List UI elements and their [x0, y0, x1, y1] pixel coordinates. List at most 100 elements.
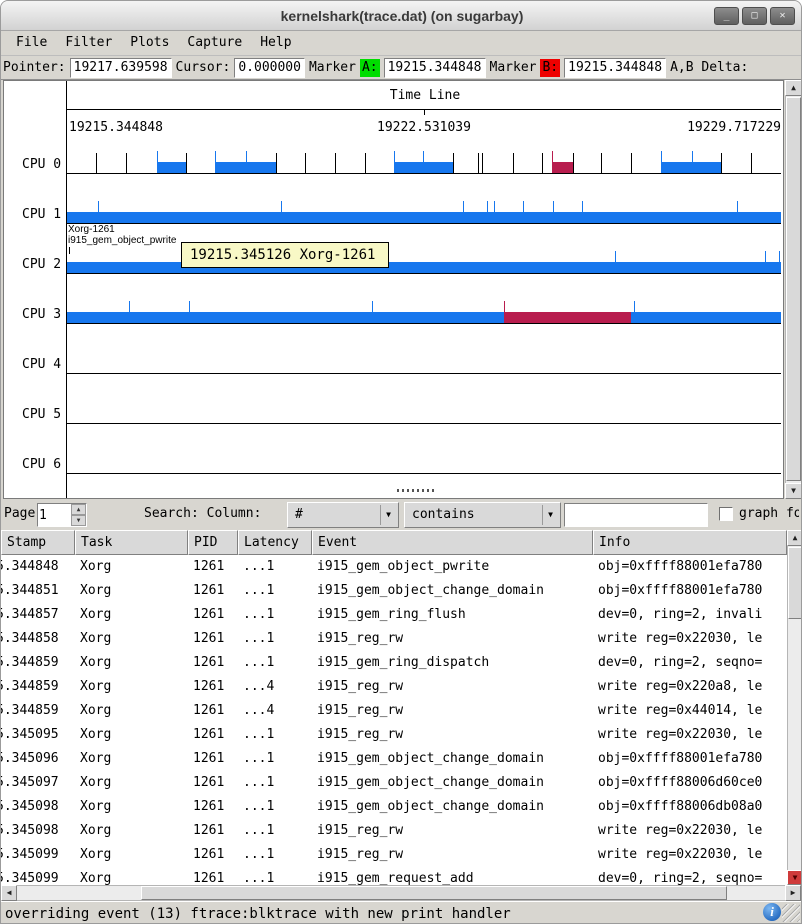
menu-item-filter[interactable]: Filter — [56, 31, 121, 55]
marker-a-tick — [69, 247, 70, 254]
cell-event: i915_gem_object_change_domain — [312, 795, 593, 819]
window-title: kernelshark(trace.dat) (on sugarbay) — [1, 1, 802, 31]
table-row[interactable]: 5.344859Xorg1261...4i915_reg_rwwrite reg… — [1, 675, 787, 699]
splitter-handle[interactable] — [397, 489, 437, 492]
table-row[interactable]: 5.344859Xorg1261...1i915_gem_ring_dispat… — [1, 651, 787, 675]
cell-latency: ...1 — [238, 771, 312, 795]
cell-stamp: 5.344851 — [1, 579, 75, 603]
menu-item-help[interactable]: Help — [251, 31, 300, 55]
event-tick — [478, 153, 479, 173]
column-header-stamp[interactable]: Stamp — [1, 530, 75, 555]
table-vertical-scrollbar[interactable]: ▲ ▼ — [787, 530, 802, 885]
marker-a-label: Marker — [309, 60, 356, 75]
cpu-baseline — [67, 473, 781, 474]
cell-pid: 1261 — [188, 771, 238, 795]
search-row: Page ▲ ▼ Search: Column: # ▼ contains ▼ … — [1, 499, 802, 530]
cpu-activity-bar[interactable] — [552, 162, 573, 173]
cpu-activity-bar[interactable] — [157, 162, 186, 173]
scroll-right-icon[interactable]: ▶ — [785, 885, 801, 901]
table-row[interactable]: 5.344859Xorg1261...4i915_reg_rwwrite reg… — [1, 699, 787, 723]
table-row[interactable]: 5.345099Xorg1261...1i915_reg_rwwrite reg… — [1, 843, 787, 867]
scroll-up-icon[interactable]: ▲ — [785, 80, 802, 96]
cpu-activity-bar[interactable] — [504, 312, 631, 323]
scroll-up-icon[interactable]: ▲ — [787, 530, 802, 546]
table-row[interactable]: 5.345099Xorg1261...1i915_gem_request_add… — [1, 867, 787, 885]
close-button[interactable]: ✕ — [770, 7, 795, 25]
event-tick — [189, 301, 190, 323]
table-row[interactable]: 5.345097Xorg1261...1i915_gem_object_chan… — [1, 771, 787, 795]
cell-event: i915_reg_rw — [312, 723, 593, 747]
chevron-down-icon[interactable]: ▼ — [542, 505, 558, 525]
event-tick — [631, 153, 632, 173]
page-spinbox[interactable]: ▲ ▼ — [37, 503, 87, 527]
cell-info: obj=0xffff88001efa780 — [593, 555, 787, 579]
cell-latency: ...1 — [238, 819, 312, 843]
scrollbar-thumb[interactable] — [788, 547, 802, 619]
cell-task: Xorg — [75, 867, 188, 885]
column-header-task[interactable]: Task — [75, 530, 188, 555]
cell-pid: 1261 — [188, 747, 238, 771]
timeline-plot[interactable]: Time Line 19215.344848 19222.531039 1922… — [67, 81, 783, 498]
menu-item-file[interactable]: File — [7, 31, 56, 55]
menu-item-capture[interactable]: Capture — [178, 31, 251, 55]
page-input[interactable] — [39, 505, 71, 525]
table-horizontal-scrollbar[interactable]: ◀ ▶ — [1, 885, 802, 901]
event-tick — [482, 153, 483, 173]
event-tick — [157, 151, 158, 173]
spin-down-icon[interactable]: ▼ — [71, 515, 86, 526]
column-select[interactable]: # ▼ — [287, 502, 399, 528]
minimize-button[interactable]: _ — [714, 7, 739, 25]
column-header-pid[interactable]: PID — [188, 530, 238, 555]
cell-stamp: 5.344859 — [1, 675, 75, 699]
info-icon[interactable]: i — [763, 903, 781, 921]
cursor-value: 0.000000 — [234, 58, 305, 78]
event-tick — [129, 301, 130, 323]
cpu-activity-bar[interactable] — [67, 312, 781, 323]
table-row[interactable]: 5.344851Xorg1261...1i915_gem_object_chan… — [1, 579, 787, 603]
cpu-baseline — [67, 273, 781, 274]
spin-up-icon[interactable]: ▲ — [71, 504, 86, 515]
table-row[interactable]: 5.345098Xorg1261...1i915_gem_object_chan… — [1, 795, 787, 819]
cell-event: i915_gem_object_change_domain — [312, 771, 593, 795]
cpu-activity-bar[interactable] — [394, 162, 454, 173]
cell-info: obj=0xffff88006db08a0 — [593, 795, 787, 819]
table-row[interactable]: 5.344848Xorg1261...1i915_gem_object_pwri… — [1, 555, 787, 579]
graph-follows-checkbox[interactable] — [719, 507, 733, 521]
cell-stamp: 5.344857 — [1, 603, 75, 627]
marker-annotation: Xorg-1261 i915_gem_object_pwrite — [68, 224, 176, 246]
menu-item-plots[interactable]: Plots — [121, 31, 178, 55]
column-header-info[interactable]: Info — [593, 530, 787, 555]
scroll-down-icon[interactable]: ▼ — [787, 870, 802, 885]
table-row[interactable]: 5.345095Xorg1261...1i915_reg_rwwrite reg… — [1, 723, 787, 747]
event-tick — [765, 251, 766, 273]
app-window: kernelshark(trace.dat) (on sugarbay) _ □… — [0, 0, 802, 924]
cpu-baseline — [67, 373, 781, 374]
cell-latency: ...1 — [238, 795, 312, 819]
delta-label: A,B Delta: — [670, 60, 748, 75]
cpu-activity-bar[interactable] — [67, 212, 781, 223]
scroll-left-icon[interactable]: ◀ — [1, 885, 17, 901]
maximize-button[interactable]: □ — [742, 7, 767, 25]
match-select[interactable]: contains ▼ — [404, 502, 561, 528]
table-row[interactable]: 5.345096Xorg1261...1i915_gem_object_chan… — [1, 747, 787, 771]
table-row[interactable]: 5.345098Xorg1261...1i915_reg_rwwrite reg… — [1, 819, 787, 843]
search-input[interactable] — [564, 503, 708, 527]
cell-task: Xorg — [75, 723, 188, 747]
table-row[interactable]: 5.344857Xorg1261...1i915_gem_ring_flushd… — [1, 603, 787, 627]
chevron-down-icon[interactable]: ▼ — [380, 505, 396, 525]
title-bar[interactable]: kernelshark(trace.dat) (on sugarbay) _ □… — [1, 1, 802, 31]
cell-latency: ...1 — [238, 627, 312, 651]
scrollbar-thumb[interactable] — [141, 886, 727, 900]
cpu-activity-bar[interactable] — [661, 162, 721, 173]
column-header-latency[interactable]: Latency — [238, 530, 312, 555]
event-tick — [372, 301, 373, 323]
scroll-down-icon[interactable]: ▼ — [785, 483, 802, 499]
marker-b-badge: B: — [540, 59, 560, 77]
table-row[interactable]: 5.344858Xorg1261...1i915_reg_rwwrite reg… — [1, 627, 787, 651]
graph-vertical-scrollbar[interactable]: ▲ ▼ — [785, 80, 802, 499]
column-header-event[interactable]: Event — [312, 530, 593, 555]
cpu-activity-bar[interactable] — [67, 262, 781, 273]
cell-stamp: 5.344858 — [1, 627, 75, 651]
scrollbar-thumb[interactable] — [786, 97, 801, 481]
resize-grip-icon[interactable] — [782, 904, 800, 922]
